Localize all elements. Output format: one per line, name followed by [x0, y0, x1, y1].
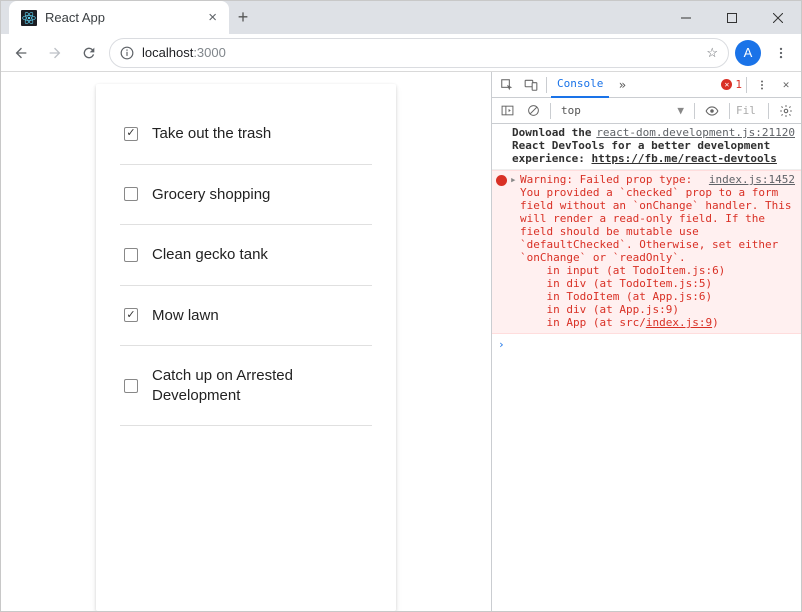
profile-avatar[interactable]: A — [735, 40, 761, 66]
live-expression-icon[interactable] — [701, 100, 723, 122]
todo-label: Clean gecko tank — [152, 245, 268, 265]
message-source-link[interactable]: index.js:1452 — [709, 173, 795, 186]
inspect-element-icon[interactable] — [496, 74, 518, 96]
minimize-button[interactable] — [663, 3, 709, 33]
todo-label: Catch up on Arrested Development — [152, 366, 368, 405]
console-filter-input[interactable]: Fil — [736, 104, 762, 117]
devtools-close-icon[interactable]: ✕ — [775, 74, 797, 96]
todo-checkbox[interactable] — [124, 308, 138, 322]
context-selector[interactable]: top▼ — [557, 104, 688, 117]
todo-checkbox[interactable] — [124, 187, 138, 201]
close-tab-icon[interactable]: × — [208, 9, 217, 26]
expand-arrow-icon[interactable]: ▸ — [510, 173, 517, 186]
site-info-icon[interactable] — [120, 46, 134, 60]
back-button[interactable] — [7, 39, 35, 67]
react-favicon — [21, 10, 37, 26]
browser-toolbar: localhost:3000 ☆ A — [1, 34, 801, 72]
console-output: react-dom.development.js:21120 Download … — [492, 124, 801, 611]
page-viewport: Take out the trash Grocery shopping Clean … — [1, 72, 491, 611]
device-toolbar-icon[interactable] — [520, 74, 542, 96]
clear-console-icon[interactable] — [522, 100, 544, 122]
forward-button[interactable] — [41, 39, 69, 67]
todo-label: Mow lawn — [152, 306, 219, 326]
error-badge[interactable]: ✕1 — [721, 78, 742, 91]
browser-menu-button[interactable] — [767, 39, 795, 67]
close-window-button[interactable] — [755, 3, 801, 33]
devtools-menu-icon[interactable] — [751, 74, 773, 96]
todo-card: Take out the trash Grocery shopping Clean … — [96, 84, 396, 611]
todo-label: Grocery shopping — [152, 185, 270, 205]
console-prompt[interactable]: › — [492, 334, 801, 355]
todo-label: Take out the trash — [152, 124, 271, 144]
devtools-panel: Console » ✕1 ✕ top▼ Fil react-dom.develo… — [491, 72, 801, 611]
todo-item: Take out the trash — [120, 114, 372, 165]
url-text: localhost:3000 — [142, 45, 698, 60]
reload-button[interactable] — [75, 39, 103, 67]
devtools-download-link[interactable]: https://fb.me/react-devtools — [591, 152, 776, 165]
devtools-tabbar: Console » ✕1 ✕ — [492, 72, 801, 98]
console-info-message: react-dom.development.js:21120 Download … — [492, 124, 801, 170]
tab-title: React App — [45, 10, 200, 25]
console-tab[interactable]: Console — [551, 72, 609, 98]
todo-item: Mow lawn — [120, 286, 372, 347]
todo-item: Clean gecko tank — [120, 225, 372, 286]
todo-checkbox[interactable] — [124, 379, 138, 393]
todo-item: Catch up on Arrested Development — [120, 346, 372, 426]
console-toolbar: top▼ Fil — [492, 98, 801, 124]
todo-checkbox[interactable] — [124, 248, 138, 262]
browser-tab[interactable]: React App × — [9, 1, 229, 34]
todo-item: Grocery shopping — [120, 165, 372, 226]
browser-titlebar: React App × + — [1, 1, 801, 34]
address-bar[interactable]: localhost:3000 ☆ — [109, 38, 729, 68]
new-tab-button[interactable]: + — [229, 4, 257, 32]
console-sidebar-toggle-icon[interactable] — [496, 100, 518, 122]
bookmark-star-icon[interactable]: ☆ — [706, 45, 718, 61]
todo-checkbox[interactable] — [124, 127, 138, 141]
more-tabs-icon[interactable]: » — [611, 74, 633, 96]
window-controls — [663, 3, 801, 33]
maximize-button[interactable] — [709, 3, 755, 33]
console-error-message: index.js:1452 ▸ Warning: Failed prop typ… — [492, 170, 801, 334]
message-source-link[interactable]: react-dom.development.js:21120 — [596, 126, 795, 139]
console-settings-icon[interactable] — [775, 100, 797, 122]
